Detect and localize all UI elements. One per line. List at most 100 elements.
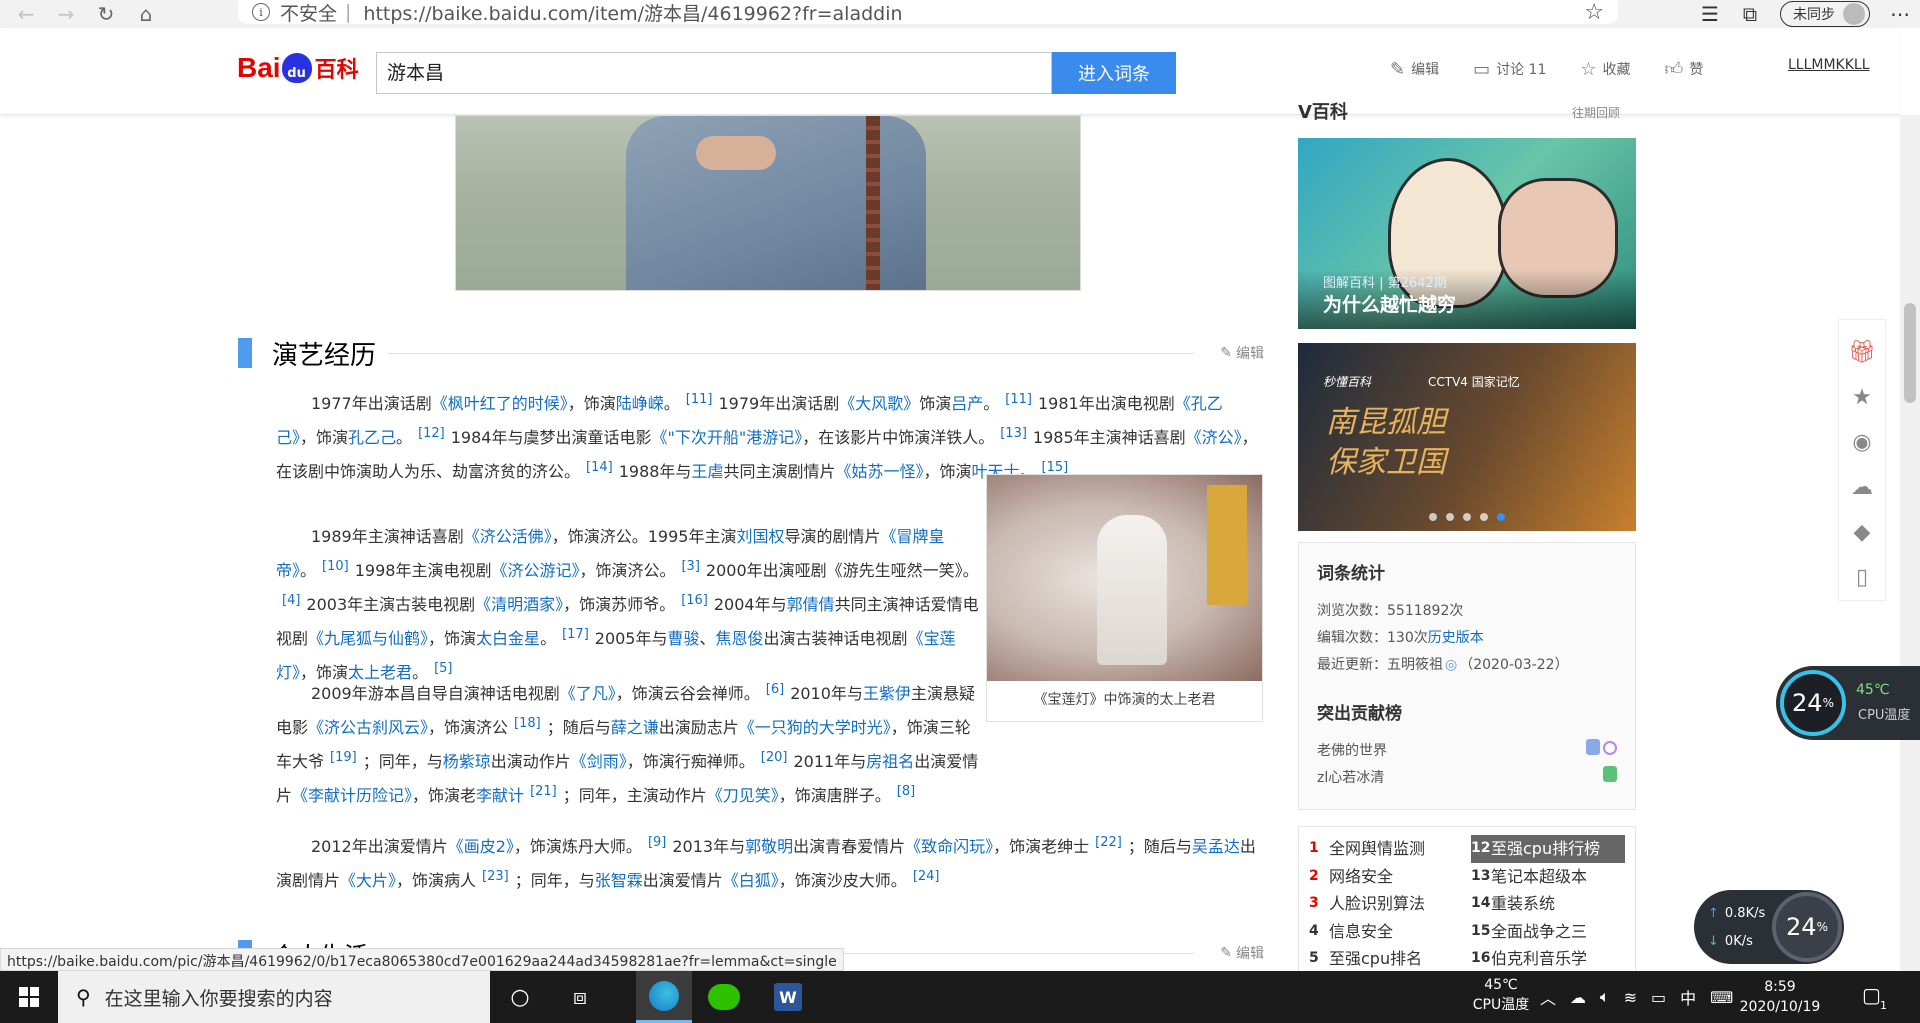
more-menu-icon[interactable]: ⋯ xyxy=(1880,2,1920,26)
link-liuguoquan[interactable]: 刘国权 xyxy=(736,527,784,546)
address-bar[interactable]: i 不安全 | https://baike.baidu.com/item/游本昌… xyxy=(238,0,1618,25)
ref-13[interactable]: [13] xyxy=(1000,426,1027,441)
link-wangziyi[interactable]: 王紫伊 xyxy=(863,684,911,703)
link-daojianxiao[interactable]: 《刀见笑》 xyxy=(707,786,779,805)
link-taibai[interactable]: 太白金星 xyxy=(476,629,540,648)
start-button[interactable] xyxy=(0,971,58,1023)
forward-icon[interactable]: → xyxy=(52,2,80,26)
hot-search-item[interactable]: 4 信息安全 xyxy=(1309,918,1463,946)
vbaike-more-link[interactable]: 往期回顾 xyxy=(1572,104,1620,121)
contributor-row[interactable]: zl心若冰清 xyxy=(1317,765,1617,792)
favorite-star-icon[interactable]: ☆ xyxy=(1584,0,1604,25)
link-yangziqiong[interactable]: 杨紫琼 xyxy=(443,752,491,771)
weibo-icon[interactable]: ◉ xyxy=(1852,420,1871,465)
link-dapian[interactable]: 《大片》 xyxy=(340,871,396,890)
refresh-icon[interactable]: ↻ xyxy=(92,2,120,26)
edit-action[interactable]: ✎ 编辑 xyxy=(1390,59,1439,80)
hot-search-item[interactable]: 13 笔记本超级本 xyxy=(1471,863,1625,891)
contributor-name[interactable]: zl心若冰清 xyxy=(1317,765,1384,792)
chevron-up-icon[interactable]: ︿ xyxy=(1540,985,1556,1009)
link-yigengou[interactable]: 《一只狗的大学时光》 xyxy=(739,718,891,737)
link-dafengge[interactable]: 《大风歌》 xyxy=(839,394,919,413)
contributor-name[interactable]: 老佛的世界 xyxy=(1317,738,1387,765)
notification-icon[interactable]: ▢ xyxy=(1862,983,1881,1007)
network-speed-widget[interactable]: ↑ 0.8K/s ↓ 0K/s 24% xyxy=(1694,890,1844,964)
history-link[interactable]: 历史版本 xyxy=(1428,630,1484,646)
page-scrollbar[interactable] xyxy=(1900,115,1920,971)
link-zhimingshanwan[interactable]: 《致命闪玩》 xyxy=(905,837,993,856)
link-huapi2[interactable]: 《画皮2》 xyxy=(448,837,514,856)
favorites-list-icon[interactable]: ☰ xyxy=(1690,2,1730,26)
edge-taskbar-button[interactable] xyxy=(636,971,692,1023)
taskbar-clock[interactable]: 8:59 2020/10/19 xyxy=(1735,977,1825,1017)
link-lvchan[interactable]: 吕产 xyxy=(951,394,983,413)
wifi-icon[interactable]: ≋ xyxy=(1624,988,1637,1007)
like-action[interactable]: 👍︎ 赞 xyxy=(1665,58,1704,80)
ime-indicator[interactable]: 中 xyxy=(1680,985,1696,1009)
scrollbar-thumb[interactable] xyxy=(1904,303,1916,403)
ref-18[interactable]: [18] xyxy=(514,716,541,731)
link-zhangzhilin[interactable]: 张智霖 xyxy=(595,871,643,890)
ref-8[interactable]: [8] xyxy=(897,784,915,799)
mobile-icon[interactable]: ▯ xyxy=(1856,555,1868,600)
link-xuezhiqian[interactable]: 薛之谦 xyxy=(611,718,659,737)
carousel-dot[interactable] xyxy=(1480,513,1488,521)
username-link[interactable]: LLLMMKKLL xyxy=(1788,57,1870,73)
hot-search-item[interactable]: 1 全网舆情监测 xyxy=(1309,835,1463,863)
home-icon[interactable]: ⌂ xyxy=(132,2,160,26)
ref-22[interactable]: [22] xyxy=(1095,835,1122,850)
taskbar-search[interactable]: ⚲ 在这里输入你要搜索的内容 xyxy=(58,971,490,1023)
link-maopai[interactable]: 《冒牌皇帝》 xyxy=(276,527,945,580)
carousel-dot[interactable] xyxy=(1463,513,1471,521)
ref-17[interactable]: [17] xyxy=(562,627,589,642)
info-icon[interactable]: i xyxy=(252,3,270,21)
link-jianyu[interactable]: 《剑雨》 xyxy=(571,752,627,771)
ref-3[interactable]: [3] xyxy=(681,559,699,574)
vbaike-card-2[interactable]: 秒懂百科 CCTV4 国家记忆 南昆孤胆 保家卫国 xyxy=(1298,343,1636,531)
link-qingming[interactable]: 《清明酒家》 xyxy=(475,595,563,614)
link-kongyiji-role[interactable]: 孔乙己 xyxy=(348,428,396,447)
ref-5[interactable]: [5] xyxy=(434,661,452,676)
task-view-icon[interactable]: ⧈ xyxy=(552,971,608,1023)
link-jiaoenjun[interactable]: 焦恩俊 xyxy=(716,629,764,648)
favorite-icon[interactable]: ★ xyxy=(1852,375,1872,420)
link-baihu[interactable]: 《白狐》 xyxy=(723,871,779,890)
cpu-monitor-widget[interactable]: 24% 45℃ CPU温度 xyxy=(1776,666,1920,740)
wechat-icon[interactable]: ☁ xyxy=(1851,465,1873,510)
ref-24[interactable]: [24] xyxy=(913,869,940,884)
wechat-taskbar-button[interactable] xyxy=(696,971,752,1023)
link-wumengda[interactable]: 吴孟达 xyxy=(1192,837,1240,856)
search-input[interactable]: 游本昌 xyxy=(376,52,1052,94)
vbaike-card-1[interactable]: 图解百科 | 第2642期 为什么越忙越穷 xyxy=(1298,138,1636,329)
hot-search-item[interactable]: 14 重装系统 xyxy=(1471,890,1625,918)
cloud-icon[interactable]: ☁ xyxy=(1570,988,1586,1007)
ref-12[interactable]: [12] xyxy=(418,426,445,441)
collections-icon[interactable]: ⧉ xyxy=(1730,2,1770,26)
link-lixianji-role[interactable]: 李献计 xyxy=(476,786,524,805)
volume-icon[interactable]: 🔈︎ xyxy=(1600,987,1610,1007)
word-taskbar-button[interactable]: W xyxy=(760,971,816,1023)
carousel-dot[interactable] xyxy=(1446,513,1454,521)
hot-search-item[interactable]: 16 伯克利音乐学 xyxy=(1471,945,1625,973)
link-jigonghuofo[interactable]: 《济公活佛》 xyxy=(464,527,552,546)
link-jiuweihu[interactable]: 《九尾狐与仙鹤》 xyxy=(308,629,428,648)
keyboard-icon[interactable]: ⌨ xyxy=(1710,988,1733,1007)
gift-icon[interactable]: 🎁︎ xyxy=(1848,330,1876,375)
link-xiaci[interactable]: 《"下次开船"港游记》 xyxy=(651,428,802,447)
carousel-dot[interactable] xyxy=(1429,513,1437,521)
link-wangnue[interactable]: 王虐 xyxy=(691,462,723,481)
carousel-dot-active[interactable] xyxy=(1497,513,1505,521)
discuss-action[interactable]: ▭ 讨论 11 xyxy=(1473,59,1546,80)
ref-19[interactable]: [19] xyxy=(330,750,357,765)
hot-search-item[interactable]: 3 人脸识别算法 xyxy=(1309,890,1463,918)
tray-cpu-temp[interactable]: 45℃ CPU温度 xyxy=(1456,975,1546,1015)
link-luzhengwei[interactable]: 陆峥嵘 xyxy=(616,394,664,413)
ref-11[interactable]: [11] xyxy=(686,392,713,407)
hot-search-item[interactable]: 2 网络安全 xyxy=(1309,863,1463,891)
link-guojingming[interactable]: 郭敬明 xyxy=(745,837,793,856)
ref-23[interactable]: [23] xyxy=(482,869,509,884)
enter-entry-button[interactable]: 进入词条 xyxy=(1052,52,1176,94)
ref-10[interactable]: [10] xyxy=(322,559,349,574)
hot-search-item[interactable]: 5 至强cpu排名 xyxy=(1309,945,1463,973)
section-edit-button[interactable]: ✎ 编辑 xyxy=(1220,943,1264,963)
